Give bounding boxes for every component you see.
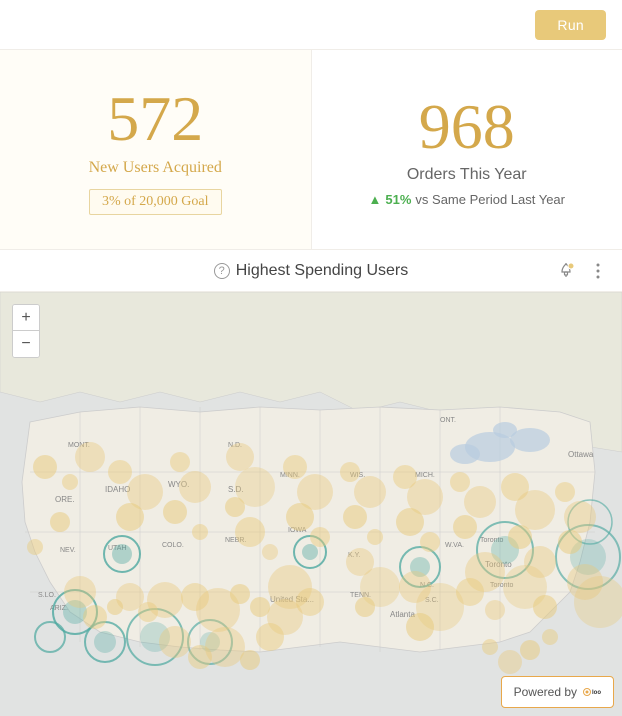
users-label: New Users Acquired (89, 159, 222, 177)
trend-arrow: ▲ (369, 192, 382, 207)
info-icon[interactable]: ? (214, 263, 230, 279)
trend-percent: 51% (385, 192, 411, 207)
map-actions (554, 259, 610, 283)
alert-icon[interactable] (554, 259, 578, 283)
orders-trend: ▲ 51% vs Same Period Last Year (369, 192, 566, 207)
map-svg: ORE. IDAHO WYO. S.D. MINN. WIS. MICH. MO… (0, 292, 622, 716)
powered-by-badge: Powered by looker (501, 676, 614, 708)
svg-text:MICH.: MICH. (415, 472, 435, 479)
svg-text:W.VA.: W.VA. (445, 542, 464, 549)
users-number: 572 (107, 84, 203, 154)
zoom-in-button[interactable]: + (13, 305, 39, 331)
svg-text:IDAHO: IDAHO (105, 485, 130, 494)
more-options-icon[interactable] (586, 259, 610, 283)
header-bar: Run (0, 0, 622, 50)
run-button[interactable]: Run (535, 10, 606, 40)
users-goal: 3% of 20,000 Goal (89, 189, 222, 215)
metric-card-users: 572 New Users Acquired 3% of 20,000 Goal (0, 50, 312, 249)
map-title-area: ? Highest Spending Users (214, 262, 409, 280)
svg-text:S.LO.: S.LO. (38, 592, 56, 599)
orders-number: 968 (419, 92, 515, 162)
svg-text:Ottawa: Ottawa (568, 450, 594, 459)
map-container[interactable]: ORE. IDAHO WYO. S.D. MINN. WIS. MICH. MO… (0, 292, 622, 716)
zoom-controls: + − (12, 304, 40, 358)
svg-text:looker: looker (592, 690, 601, 696)
svg-text:NEV.: NEV. (60, 547, 76, 554)
svg-text:ONT.: ONT. (440, 417, 456, 424)
orders-label: Orders This Year (407, 166, 527, 184)
svg-text:COLO.: COLO. (162, 542, 184, 549)
map-section: ? Highest Spending Users (0, 250, 622, 716)
looker-logo-icon: looker (581, 682, 601, 702)
metric-card-orders: 968 Orders This Year ▲ 51% vs Same Perio… (312, 50, 622, 249)
map-title: Highest Spending Users (236, 262, 409, 280)
svg-text:ORE.: ORE. (55, 495, 75, 504)
zoom-out-button[interactable]: − (13, 331, 39, 357)
metrics-row: 572 New Users Acquired 3% of 20,000 Goal… (0, 50, 622, 250)
map-header: ? Highest Spending Users (0, 250, 622, 292)
trend-text: vs Same Period Last Year (415, 192, 565, 207)
powered-by-text: Powered by (514, 685, 577, 699)
